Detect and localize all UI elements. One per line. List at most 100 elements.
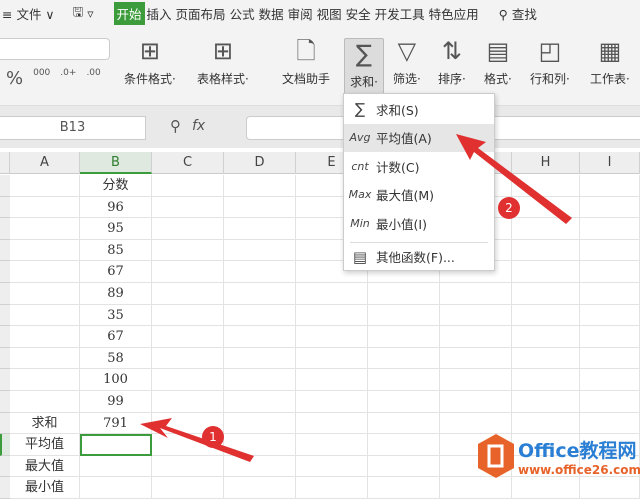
cell-C2[interactable] bbox=[152, 196, 224, 219]
cell-E8[interactable] bbox=[296, 326, 368, 348]
cell-C3[interactable] bbox=[152, 218, 224, 240]
row-header[interactable] bbox=[0, 261, 10, 283]
tab-home[interactable]: 开始 bbox=[113, 1, 145, 25]
name-box[interactable]: B13 bbox=[0, 116, 146, 140]
cell-B2[interactable]: 96 bbox=[80, 196, 152, 219]
row-header[interactable] bbox=[0, 434, 10, 456]
cell-C1[interactable] bbox=[152, 175, 224, 197]
cell-D9[interactable] bbox=[224, 347, 296, 370]
cell-E7[interactable] bbox=[296, 304, 368, 327]
cell-A9[interactable] bbox=[10, 347, 80, 370]
column-header-I[interactable]: I bbox=[580, 152, 640, 174]
active-cell-B13[interactable] bbox=[80, 434, 152, 456]
cell-H6[interactable] bbox=[512, 283, 580, 305]
menu-item-sum[interactable]: ∑ 求和(S) bbox=[344, 95, 494, 123]
cell-I8[interactable] bbox=[580, 326, 640, 348]
row-header[interactable] bbox=[0, 175, 10, 197]
cell-C11[interactable] bbox=[152, 391, 224, 413]
select-all-corner[interactable] bbox=[0, 152, 10, 174]
row-header[interactable] bbox=[0, 218, 10, 240]
column-header-D[interactable]: D bbox=[224, 152, 296, 174]
filter-button[interactable]: ▽ 筛选· bbox=[393, 36, 421, 87]
cell-D12[interactable] bbox=[224, 412, 296, 435]
tab-security[interactable]: 安全 bbox=[344, 4, 373, 23]
cell-I3[interactable] bbox=[580, 218, 640, 240]
cell-D8[interactable] bbox=[224, 326, 296, 348]
menu-item-more-functions[interactable]: ▤ 其他函数(F)... bbox=[344, 243, 494, 271]
cell-H5[interactable] bbox=[512, 261, 580, 283]
cell-A14[interactable]: 最大值 bbox=[10, 455, 80, 478]
cell-D13[interactable] bbox=[224, 434, 296, 456]
row-header[interactable] bbox=[0, 196, 10, 219]
sort-button[interactable]: ⇅ 排序· bbox=[438, 36, 466, 87]
cell-A8[interactable] bbox=[10, 326, 80, 348]
cell-F12[interactable] bbox=[368, 412, 440, 435]
rows-columns-button[interactable]: ◰ 行和列· bbox=[530, 36, 570, 87]
cell-A5[interactable] bbox=[10, 261, 80, 283]
doc-assistant-button[interactable]: 🗋 文档助手 bbox=[282, 36, 330, 87]
cell-I7[interactable] bbox=[580, 304, 640, 327]
cell-G15[interactable] bbox=[440, 477, 512, 499]
cell-G9[interactable] bbox=[440, 347, 512, 370]
cell-C7[interactable] bbox=[152, 304, 224, 327]
cell-A1[interactable] bbox=[10, 175, 80, 197]
cell-B1[interactable]: 分数 bbox=[80, 175, 152, 197]
cell-D7[interactable] bbox=[224, 304, 296, 327]
cell-H1[interactable] bbox=[512, 175, 580, 197]
menu-file[interactable]: ≡ 文件 ∨ bbox=[0, 4, 57, 23]
tab-review[interactable]: 审阅 bbox=[286, 4, 315, 23]
cell-I4[interactable] bbox=[580, 239, 640, 262]
menu-item-max[interactable]: Max 最大值(M) bbox=[344, 181, 494, 209]
menu-item-average[interactable]: Avg 平均值(A) bbox=[344, 123, 494, 152]
row-header[interactable] bbox=[0, 369, 10, 391]
row-header[interactable] bbox=[0, 283, 10, 305]
cell-H2[interactable] bbox=[512, 196, 580, 219]
font-size-select[interactable] bbox=[0, 38, 110, 60]
cell-D11[interactable] bbox=[224, 391, 296, 413]
cell-C5[interactable] bbox=[152, 261, 224, 283]
cell-B4[interactable]: 85 bbox=[80, 239, 152, 262]
format-button[interactable]: ▤ 格式· bbox=[484, 36, 512, 87]
cell-A11[interactable] bbox=[10, 391, 80, 413]
tab-special[interactable]: 特色应用 bbox=[427, 4, 481, 23]
quick-access-dropdown-icon[interactable]: ▿ bbox=[85, 6, 95, 21]
row-header[interactable] bbox=[0, 477, 10, 499]
tab-developer[interactable]: 开发工具 bbox=[373, 4, 427, 23]
cell-C4[interactable] bbox=[152, 239, 224, 262]
cell-C9[interactable] bbox=[152, 347, 224, 370]
cell-B12[interactable]: 791 bbox=[80, 412, 152, 435]
cell-D1[interactable] bbox=[224, 175, 296, 197]
cell-F7[interactable] bbox=[368, 304, 440, 327]
cell-F14[interactable] bbox=[368, 455, 440, 478]
cell-I6[interactable] bbox=[580, 283, 640, 305]
cell-I11[interactable] bbox=[580, 391, 640, 413]
cell-I9[interactable] bbox=[580, 347, 640, 370]
cell-H11[interactable] bbox=[512, 391, 580, 413]
zoom-icon[interactable]: ⚲ bbox=[170, 117, 181, 135]
tab-view[interactable]: 视图 bbox=[315, 4, 344, 23]
cell-D14[interactable] bbox=[224, 455, 296, 478]
cell-F11[interactable] bbox=[368, 391, 440, 413]
cell-B7[interactable]: 35 bbox=[80, 304, 152, 327]
cell-B10[interactable]: 100 bbox=[80, 369, 152, 391]
row-header[interactable] bbox=[0, 304, 10, 327]
tab-data[interactable]: 数据 bbox=[257, 4, 286, 23]
cell-A7[interactable] bbox=[10, 304, 80, 327]
search-button[interactable]: ⚲ 查找 bbox=[495, 4, 541, 23]
fx-icon[interactable]: fx bbox=[192, 118, 205, 134]
cell-D2[interactable] bbox=[224, 196, 296, 219]
cell-F15[interactable] bbox=[368, 477, 440, 499]
cell-H12[interactable] bbox=[512, 412, 580, 435]
thousands-button[interactable]: 000 bbox=[33, 68, 50, 89]
tab-insert[interactable]: 插入 bbox=[145, 4, 174, 23]
cell-E10[interactable] bbox=[296, 369, 368, 391]
cell-I2[interactable] bbox=[580, 196, 640, 219]
decrease-decimal-button[interactable]: .00 bbox=[86, 68, 100, 89]
cell-E15[interactable] bbox=[296, 477, 368, 499]
cell-B9[interactable]: 58 bbox=[80, 347, 152, 370]
cell-C14[interactable] bbox=[152, 455, 224, 478]
cell-C15[interactable] bbox=[152, 477, 224, 499]
cell-H8[interactable] bbox=[512, 326, 580, 348]
cell-B5[interactable]: 67 bbox=[80, 261, 152, 283]
row-header[interactable] bbox=[0, 347, 10, 370]
